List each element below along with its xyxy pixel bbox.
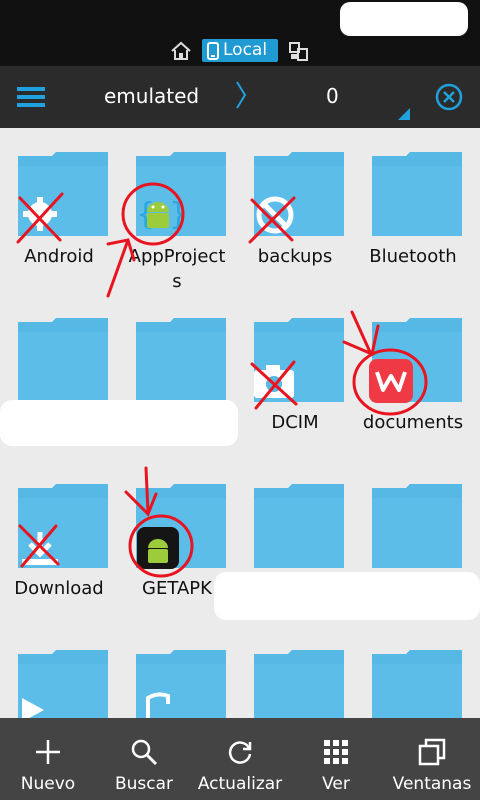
- refresh-icon: [228, 741, 252, 764]
- redaction-blot: [340, 2, 468, 36]
- menu-button[interactable]: [16, 83, 46, 111]
- breadcrumb-next[interactable]: 0: [326, 84, 339, 108]
- file-grid: Android { } AppProject s backups: [0, 128, 480, 718]
- location-switcher: Local: [0, 36, 480, 66]
- new-button-label: Nuevo: [20, 774, 76, 794]
- home-tab[interactable]: [168, 40, 194, 62]
- windows-button[interactable]: Ventanas: [384, 718, 480, 800]
- phone-icon: [207, 41, 219, 60]
- close-tab-button[interactable]: [434, 82, 464, 112]
- local-tab-label: Local: [223, 40, 268, 60]
- network-devices-icon: [289, 42, 308, 61]
- grid-icon: [324, 740, 348, 764]
- close-circle-icon: [435, 83, 463, 111]
- view-button-label: Ver: [322, 774, 350, 794]
- status-bar: [0, 0, 480, 36]
- search-button-label: Buscar: [114, 774, 174, 794]
- search-button[interactable]: Buscar: [96, 718, 192, 800]
- annotation-layer: [16, 182, 428, 578]
- dropdown-corner-icon: [398, 108, 410, 120]
- network-tab[interactable]: [286, 40, 312, 62]
- search-icon: [131, 739, 158, 766]
- home-icon: [171, 41, 191, 60]
- new-button[interactable]: Nuevo: [0, 718, 96, 800]
- local-tab[interactable]: Local: [202, 39, 278, 62]
- windows-icon: [418, 738, 446, 766]
- refresh-button[interactable]: Actualizar: [192, 718, 288, 800]
- view-button[interactable]: Ver: [288, 718, 384, 800]
- plus-icon: [36, 740, 60, 764]
- breadcrumb-current[interactable]: emulated: [104, 84, 199, 108]
- hamburger-icon: [17, 87, 45, 107]
- bottom-action-bar: Nuevo Buscar Actualizar Ver Ventanas: [0, 718, 480, 800]
- path-toolbar: emulated 0: [0, 66, 480, 128]
- refresh-button-label: Actualizar: [197, 774, 283, 794]
- chevron-right-icon: [236, 81, 247, 109]
- windows-button-label: Ventanas: [392, 774, 472, 794]
